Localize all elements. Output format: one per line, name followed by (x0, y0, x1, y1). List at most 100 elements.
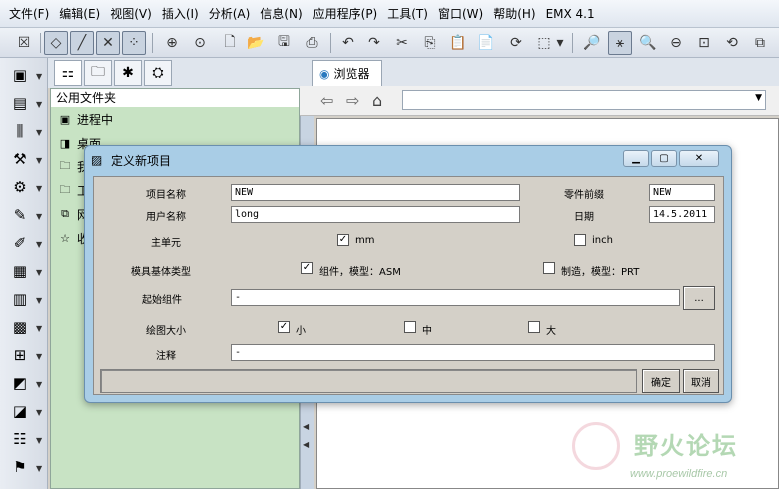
chevron-down-icon[interactable]: ▼ (36, 380, 42, 389)
ok-button[interactable]: 确定 (642, 369, 680, 393)
chevron-down-icon[interactable]: ▼ (36, 156, 42, 165)
tab-folder-browser[interactable]: 🗀 (84, 60, 112, 86)
spin-center-icon[interactable]: ⊕ (160, 31, 184, 55)
bom-icon[interactable]: ☷ (6, 428, 34, 450)
ejector-pin-icon[interactable]: ⫼ (6, 120, 34, 142)
undo-icon[interactable]: ↶ (336, 31, 360, 55)
menu-analysis[interactable]: 分析(A) (204, 5, 256, 22)
chevron-down-icon[interactable]: ▼ (36, 100, 42, 109)
drawing-icon[interactable]: ◪ (6, 400, 34, 422)
coordinate-system-icon[interactable]: ⁘ (122, 31, 146, 55)
back-icon[interactable]: ⇦ (320, 91, 333, 110)
tab-browser[interactable]: ◉ 浏览器 (312, 60, 382, 86)
chevron-down-icon[interactable]: ▼ (755, 93, 762, 103)
view-manager-icon[interactable]: ⧉ (748, 31, 772, 55)
home-icon[interactable]: ⌂ (372, 91, 382, 110)
cooling-icon[interactable]: ✐ (6, 232, 34, 254)
menu-tools[interactable]: 工具(T) (382, 5, 433, 22)
chevron-down-icon[interactable]: ▼ (36, 464, 42, 473)
menu-file[interactable]: 文件(F) (4, 5, 54, 22)
chevron-down-icon[interactable]: ▼ (36, 408, 42, 417)
maximize-button[interactable]: ▢ (651, 150, 677, 167)
datum-axis-icon[interactable]: ╱ (70, 31, 94, 55)
open-file-icon[interactable]: 📂 (244, 31, 268, 55)
close-button[interactable]: ✕ (679, 150, 719, 167)
tools-icon[interactable]: ⚑ (6, 456, 34, 478)
paste-icon[interactable]: 📋 (446, 31, 470, 55)
chevron-down-icon[interactable]: ▼ (36, 268, 42, 277)
slider-icon[interactable]: ▦ (6, 260, 34, 282)
refit-icon[interactable]: ⊡ (692, 31, 716, 55)
regenerate-icon[interactable]: ⟳ (504, 31, 528, 55)
dowel-icon[interactable]: ⚙ (6, 176, 34, 198)
size-medium-checkbox[interactable] (404, 321, 416, 333)
chevron-down-icon[interactable]: ▼ (36, 436, 42, 445)
close-window-icon[interactable]: ☒ (12, 31, 36, 55)
collapse-left-icon[interactable]: ◀ (303, 440, 309, 449)
sprue-icon[interactable]: ✎ (6, 204, 34, 226)
mold-assembly-checkbox[interactable]: ✓ (301, 262, 313, 274)
zoom-in-icon[interactable]: 🔍 (636, 31, 660, 55)
chevron-down-icon[interactable]: ▼ (36, 212, 42, 221)
menu-help[interactable]: 帮助(H) (488, 5, 540, 22)
chevron-down-icon[interactable]: ▼ (36, 184, 42, 193)
unit-mm-checkbox[interactable]: ✓ (337, 234, 349, 246)
redo-icon[interactable]: ↷ (362, 31, 386, 55)
menu-window[interactable]: 窗口(W) (433, 5, 488, 22)
save-icon[interactable]: 🖫 (272, 31, 296, 55)
zoom-out-icon[interactable]: ⊖ (664, 31, 688, 55)
chevron-down-icon[interactable]: ▼ (36, 296, 42, 305)
menu-view[interactable]: 视图(V) (105, 5, 157, 22)
dialog-titlebar[interactable]: ▨ 定义新项目 ▁ ▢ ✕ (85, 146, 731, 174)
forward-icon[interactable]: ⇨ (346, 91, 359, 110)
tab-connections[interactable]: ⛭ (144, 60, 172, 86)
chevron-down-icon[interactable]: ▼ (36, 128, 42, 137)
lifter-icon[interactable]: ▥ (6, 288, 34, 310)
pattern-icon[interactable]: ▩ (6, 316, 34, 338)
menu-insert[interactable]: 插入(I) (157, 5, 204, 22)
chevron-down-icon[interactable]: ▼ (36, 72, 42, 81)
find-icon[interactable]: 🔎 (580, 31, 604, 55)
chevron-down-icon[interactable]: ▼ (36, 240, 42, 249)
address-input[interactable]: ▼ (402, 90, 766, 110)
menu-edit[interactable]: 编辑(E) (54, 5, 105, 22)
cut-icon[interactable]: ✂ (390, 31, 414, 55)
menu-applications[interactable]: 应用程序(P) (308, 5, 383, 22)
browse-button[interactable]: ... (683, 286, 715, 310)
orient-icon[interactable]: ⊙ (188, 31, 212, 55)
tree-item-in-session[interactable]: ▣ 进程中 (57, 109, 113, 129)
new-file-icon[interactable]: 🗋 (218, 31, 242, 55)
paste-special-icon[interactable]: 📄 (474, 31, 498, 55)
unit-inch-checkbox[interactable] (574, 234, 586, 246)
sketch-icon[interactable]: ⚹ (608, 31, 632, 55)
tab-favorites[interactable]: ✱ (114, 60, 142, 86)
copy-icon[interactable]: ⎘ (418, 31, 442, 55)
date-field[interactable]: 14.5.2011 (649, 206, 715, 223)
menu-emx[interactable]: EMX 4.1 (541, 7, 600, 21)
size-small-checkbox[interactable]: ✓ (278, 321, 290, 333)
chevron-down-icon[interactable]: ▾ (554, 31, 566, 55)
menu-info[interactable]: 信息(N) (255, 5, 307, 22)
datum-point-icon[interactable]: ✕ (96, 31, 120, 55)
part-prefix-field[interactable]: NEW (649, 184, 715, 201)
cancel-button[interactable]: 取消 (683, 369, 719, 393)
selection-box-icon[interactable]: ⬚ (532, 31, 556, 55)
chevron-down-icon[interactable]: ▼ (36, 352, 42, 361)
size-large-checkbox[interactable] (528, 321, 540, 333)
user-name-field[interactable]: long (231, 206, 520, 223)
screw-icon[interactable]: ⚒ (6, 148, 34, 170)
print-icon[interactable]: ⎙ (300, 31, 324, 55)
minimize-button[interactable]: ▁ (623, 150, 649, 167)
project-name-field[interactable]: NEW (231, 184, 520, 201)
mold-base-icon[interactable]: ▤ (6, 92, 34, 114)
emx-new-icon[interactable]: ▣ (6, 64, 34, 86)
tab-model-tree[interactable]: ⚏ (54, 60, 82, 86)
check-icon[interactable]: ◩ (6, 372, 34, 394)
datum-plane-icon[interactable]: ◇ (44, 31, 68, 55)
component-icon[interactable]: ⊞ (6, 344, 34, 366)
collapse-left-icon[interactable]: ◀ (303, 422, 309, 431)
chevron-down-icon[interactable]: ▼ (36, 324, 42, 333)
mold-manufacture-checkbox[interactable] (543, 262, 555, 274)
notes-field[interactable]: - (231, 344, 715, 361)
repaint-icon[interactable]: ⟲ (720, 31, 744, 55)
